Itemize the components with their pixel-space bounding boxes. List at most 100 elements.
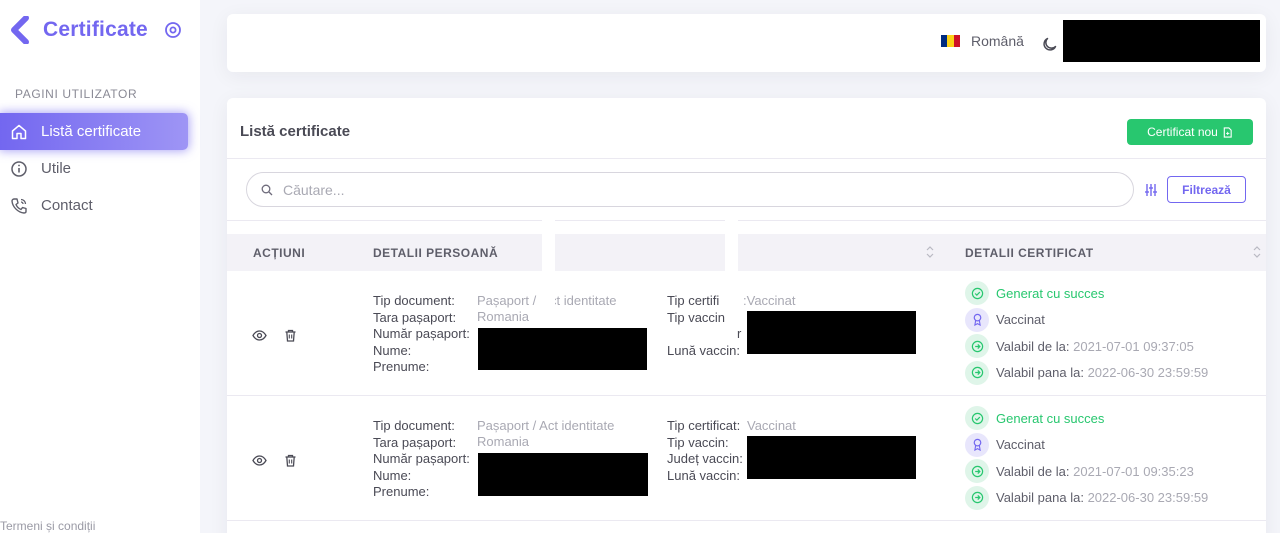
sort-icon[interactable]: [1252, 245, 1262, 259]
sidebar-item-utile[interactable]: Utile: [0, 150, 200, 187]
valid-to-value: 2022-06-30 23:59:59: [1087, 490, 1209, 506]
arrow-right-circle-icon: [965, 360, 989, 385]
status-vaccinated-text: Vaccinat: [996, 437, 1045, 453]
document-type-value-cont: ct identitate: [550, 293, 617, 308]
award-icon: [965, 307, 989, 332]
valid-to-label: Valabil pana la:: [996, 365, 1084, 381]
label-vaccine-county: Județ vaccin:: [667, 451, 743, 466]
table-header: ACȚIUNI DETALII PERSOANĂ DETALII CERTIFI…: [227, 234, 1266, 271]
certificate-type-value: :Vaccinat: [743, 293, 796, 308]
sidebar-item-contact[interactable]: Contact: [0, 187, 200, 224]
valid-from-value: 2021-07-01 09:35:23: [1073, 463, 1194, 479]
sort-icon[interactable]: [925, 245, 935, 259]
label-passport-number: Număr pașaport:: [373, 451, 470, 466]
label-last-name: Nume:: [373, 342, 412, 358]
home-icon: [10, 123, 28, 141]
romania-flag-icon: [941, 35, 960, 47]
file-icon: [1223, 126, 1232, 138]
language-label: Română: [971, 33, 1024, 49]
certificate-status-list: Generat cu succes Vaccinat Valabil de la…: [965, 405, 1208, 511]
arrow-right-circle-icon: [965, 485, 989, 510]
status-vaccinated: Vaccinat: [965, 432, 1208, 459]
redacted-user-info[interactable]: [1063, 20, 1260, 62]
sidebar-item-label: Contact: [41, 197, 93, 214]
redaction-strip: [542, 210, 555, 318]
sidebar-nav: Listă certificate Utile Contact: [0, 113, 200, 224]
label-document-type: Tip document:: [373, 293, 455, 308]
brand[interactable]: Certificate: [10, 16, 148, 44]
new-certificate-label: Certificat nou: [1147, 125, 1218, 139]
valid-to-value: 2022-06-30 23:59:59: [1087, 365, 1209, 381]
certificate-type-value: Vaccinat: [747, 418, 796, 433]
logo-icon: [11, 16, 29, 44]
valid-from-label: Valabil de la:: [996, 463, 1070, 479]
terms-link[interactable]: Termeni și condiții: [0, 519, 95, 533]
new-certificate-button[interactable]: Certificat nou: [1127, 119, 1253, 145]
label-vaccine-month: Lună vaccin:: [667, 467, 740, 483]
passport-country-value: Romania: [477, 309, 530, 324]
redaction-strip: [725, 210, 738, 318]
column-header-person[interactable]: DETALII PERSOANĂ: [373, 246, 498, 260]
certificate-labels: Tip certificat: Tip vaccin: Județ vaccin…: [667, 418, 743, 484]
status-generated: Generat cu succes: [965, 280, 1208, 307]
label-passport-country: Tara pașaport:: [373, 434, 457, 450]
eye-icon[interactable]: [252, 328, 267, 343]
table-row: Tip document: Tara pașaport: Număr pașap…: [227, 396, 1266, 521]
eye-icon[interactable]: [252, 453, 267, 468]
person-labels: Tip document: Tara pașaport: Număr pașap…: [373, 293, 470, 376]
language-selector[interactable]: Română: [941, 33, 1024, 49]
check-circle-icon: [965, 281, 989, 306]
sidebar: Certificate PAGINI UTILIZATOR Listă cert…: [0, 0, 200, 533]
valid-to-label: Valabil pana la:: [996, 490, 1084, 506]
label-first-name: Prenume:: [373, 359, 430, 374]
label-vaccine-month: Lună vaccin:: [667, 342, 740, 358]
certificate-status-list: Generat cu succes Vaccinat Valabil de la…: [965, 280, 1208, 386]
arrow-right-circle-icon: [965, 334, 989, 359]
document-type-value: Pașaport /: [477, 293, 537, 308]
label-certificate-type: Tip certificat:: [667, 418, 741, 433]
row-actions: [252, 328, 314, 343]
sidebar-item-label: Listă certificate: [41, 123, 142, 140]
sidebar-section-label: PAGINI UTILIZATOR: [15, 87, 138, 101]
status-vaccinated-text: Vaccinat: [996, 312, 1045, 328]
label-vaccine-county: r: [737, 326, 742, 341]
label-document-type: Tip document:: [373, 418, 455, 433]
label-vaccine-type: Tip vaccin:: [667, 434, 729, 450]
status-generated-text: Generat cu succes: [996, 410, 1105, 426]
sliders-icon[interactable]: [1144, 183, 1158, 197]
search-icon: [261, 184, 273, 195]
redacted-person-data: [478, 453, 648, 496]
check-circle-icon: [965, 406, 989, 431]
status-valid-from: Valabil de la: 2021-07-01 09:37:05: [965, 333, 1208, 360]
search-box[interactable]: [246, 172, 1134, 207]
divider: [227, 220, 1266, 221]
label-passport-country: Tara pașaport:: [373, 309, 457, 325]
valid-from-value: 2021-07-01 09:37:05: [1073, 338, 1194, 354]
sidebar-item-certificates[interactable]: Listă certificate: [0, 113, 188, 150]
sidebar-item-label: Utile: [41, 160, 72, 177]
collapse-toggle-icon[interactable]: [164, 21, 182, 39]
column-header-actions: ACȚIUNI: [253, 246, 306, 260]
column-header-certificate[interactable]: DETALII CERTIFICAT: [965, 246, 1094, 260]
search-input[interactable]: [283, 181, 1103, 198]
status-generated: Generat cu succes: [965, 405, 1208, 432]
award-icon: [965, 432, 989, 457]
divider: [227, 158, 1266, 159]
redacted-vaccine-data: [747, 311, 916, 354]
trash-icon[interactable]: [283, 453, 298, 468]
status-valid-from: Valabil de la: 2021-07-01 09:35:23: [965, 458, 1208, 485]
trash-icon[interactable]: [283, 328, 298, 343]
phone-icon: [10, 197, 28, 215]
label-passport-number: Număr pașaport:: [373, 326, 470, 341]
certificates-card: Listă certificate Certificat nou Filtrea…: [227, 98, 1266, 533]
label-first-name: Prenume:: [373, 484, 430, 499]
row-actions: [252, 453, 314, 468]
passport-country-value: Romania: [477, 434, 530, 449]
filter-button[interactable]: Filtrează: [1167, 176, 1246, 203]
status-valid-to: Valabil pana la: 2022-06-30 23:59:59: [965, 485, 1208, 512]
redacted-person-data: [478, 328, 647, 370]
info-icon: [10, 160, 28, 178]
status-generated-text: Generat cu succes: [996, 285, 1105, 301]
status-valid-to: Valabil pana la: 2022-06-30 23:59:59: [965, 360, 1208, 387]
moon-icon[interactable]: [1041, 36, 1058, 53]
